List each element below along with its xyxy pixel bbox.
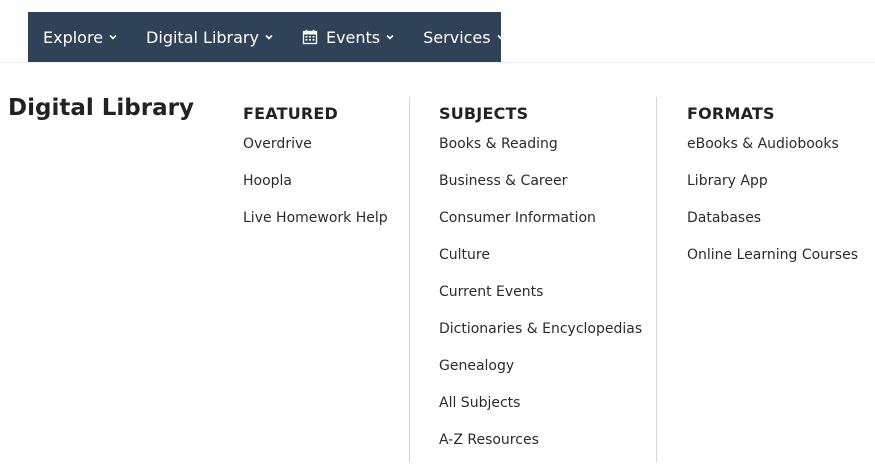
link-business-career[interactable]: Business & Career [439, 173, 642, 210]
formats-column: FORMATS eBooks & Audiobooks Library App … [687, 104, 858, 284]
link-online-learning-courses[interactable]: Online Learning Courses [687, 247, 858, 284]
column-divider [409, 97, 410, 462]
link-all-subjects[interactable]: All Subjects [439, 395, 642, 432]
nav-explore-label: Explore [43, 27, 104, 47]
chevron-down-icon [386, 34, 394, 40]
link-dictionaries-encyclopedias[interactable]: Dictionaries & Encyclopedias [439, 321, 642, 358]
chevron-down-icon [497, 34, 505, 40]
nav-explore[interactable]: Explore [43, 28, 118, 47]
nav-digital-library[interactable]: Digital Library [146, 28, 274, 47]
link-consumer-information[interactable]: Consumer Information [439, 210, 642, 247]
link-a-z-resources[interactable]: A-Z Resources [439, 432, 642, 469]
featured-column: FEATURED Overdrive Hoopla Live Homework … [243, 104, 388, 247]
featured-heading: FEATURED [243, 104, 339, 123]
link-genealogy[interactable]: Genealogy [439, 358, 642, 395]
nav-digital-library-label: Digital Library [146, 27, 259, 47]
nav-services-label: Services [423, 27, 491, 47]
chevron-down-icon [265, 34, 273, 40]
link-books-reading[interactable]: Books & Reading [439, 136, 642, 173]
subjects-column: SUBJECTS Books & Reading Business & Care… [439, 104, 642, 469]
formats-heading: FORMATS [687, 104, 775, 123]
link-live-homework-help[interactable]: Live Homework Help [243, 210, 388, 247]
nav-services[interactable]: Services [423, 28, 505, 47]
calendar-icon [302, 29, 318, 45]
link-databases[interactable]: Databases [687, 210, 858, 247]
link-overdrive[interactable]: Overdrive [243, 136, 388, 173]
column-divider [656, 97, 657, 462]
subjects-heading: SUBJECTS [439, 104, 529, 123]
page-title: Digital Library [8, 95, 194, 121]
link-hoopla[interactable]: Hoopla [243, 173, 388, 210]
link-ebooks-audiobooks[interactable]: eBooks & Audiobooks [687, 136, 858, 173]
link-current-events[interactable]: Current Events [439, 284, 642, 321]
nav-events-label: Events [325, 27, 381, 47]
main-navbar: Explore Digital Library Events Services [28, 12, 505, 62]
nav-events[interactable]: Events [302, 28, 395, 47]
chevron-down-icon [109, 34, 117, 40]
link-culture[interactable]: Culture [439, 247, 642, 284]
link-library-app[interactable]: Library App [687, 173, 858, 210]
menu-top-divider [0, 62, 875, 63]
